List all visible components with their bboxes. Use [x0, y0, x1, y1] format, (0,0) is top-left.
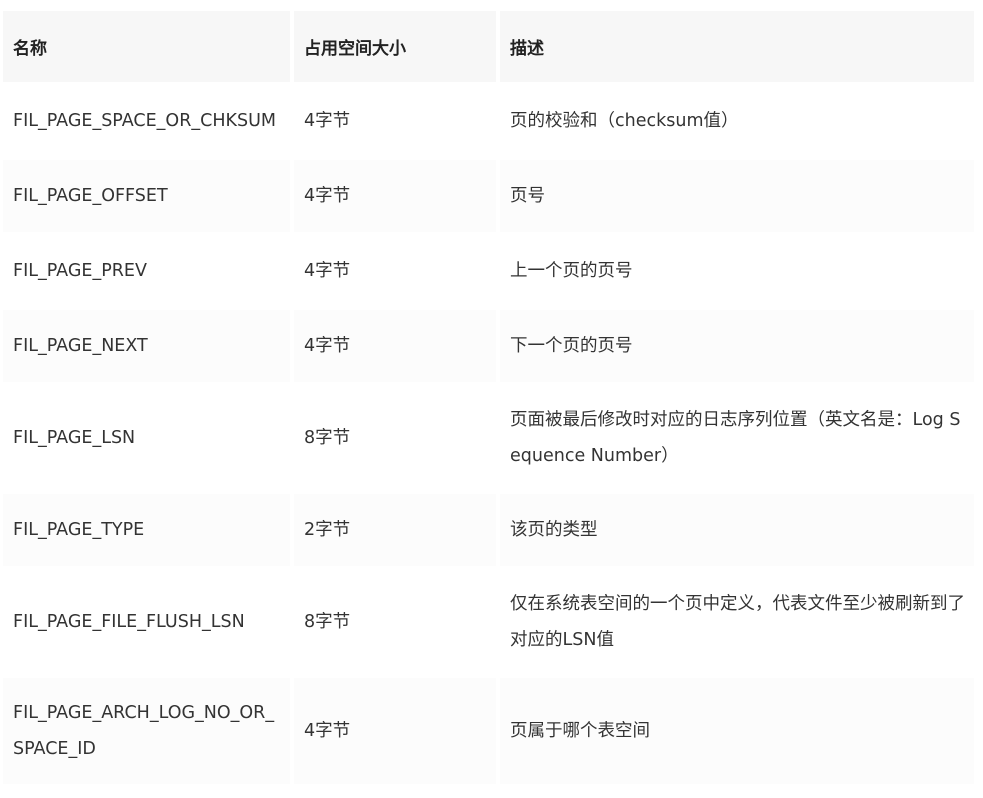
- cell-size: 4字节: [294, 235, 496, 307]
- table-row: FIL_PAGE_LSN 8字节 页面被最后修改时对应的日志序列位置（英文名是：…: [3, 385, 974, 491]
- cell-size: 4字节: [294, 160, 496, 232]
- table-row: FIL_PAGE_NEXT 4字节 下一个页的页号: [3, 310, 974, 382]
- cell-size: 8字节: [294, 569, 496, 675]
- cell-name: FIL_PAGE_LSN: [3, 385, 290, 491]
- table-row: FIL_PAGE_SPACE_OR_CHKSUM 4字节 页的校验和（check…: [3, 85, 974, 157]
- cell-name: FIL_PAGE_ARCH_LOG_NO_OR_SPACE_ID: [3, 678, 290, 784]
- table-row: FIL_PAGE_FILE_FLUSH_LSN 8字节 仅在系统表空间的一个页中…: [3, 569, 974, 675]
- cell-description: 下一个页的页号: [500, 310, 974, 382]
- cell-name: FIL_PAGE_TYPE: [3, 494, 290, 566]
- header-name: 名称: [3, 11, 290, 82]
- table-row: FIL_PAGE_TYPE 2字节 该页的类型: [3, 494, 974, 566]
- cell-description: 仅在系统表空间的一个页中定义，代表文件至少被刷新到了对应的LSN值: [500, 569, 974, 675]
- cell-size: 2字节: [294, 494, 496, 566]
- header-size: 占用空间大小: [294, 11, 496, 82]
- table-row: FIL_PAGE_PREV 4字节 上一个页的页号: [3, 235, 974, 307]
- cell-description: 页属于哪个表空间: [500, 678, 974, 784]
- cell-size: 8字节: [294, 385, 496, 491]
- cell-description: 页面被最后修改时对应的日志序列位置（英文名是：Log Sequence Numb…: [500, 385, 974, 491]
- cell-description: 上一个页的页号: [500, 235, 974, 307]
- cell-size: 4字节: [294, 310, 496, 382]
- cell-description: 页的校验和（checksum值）: [500, 85, 974, 157]
- cell-size: 4字节: [294, 678, 496, 784]
- table-row: FIL_PAGE_OFFSET 4字节 页号: [3, 160, 974, 232]
- table-row: FIL_PAGE_ARCH_LOG_NO_OR_SPACE_ID 4字节 页属于…: [3, 678, 974, 784]
- table-header-row: 名称 占用空间大小 描述: [3, 11, 974, 82]
- cell-description: 该页的类型: [500, 494, 974, 566]
- cell-size: 4字节: [294, 85, 496, 157]
- cell-name: FIL_PAGE_OFFSET: [3, 160, 290, 232]
- cell-name: FIL_PAGE_FILE_FLUSH_LSN: [3, 569, 290, 675]
- cell-name: FIL_PAGE_SPACE_OR_CHKSUM: [3, 85, 290, 157]
- cell-description: 页号: [500, 160, 974, 232]
- table-container: 名称 占用空间大小 描述 FIL_PAGE_SPACE_OR_CHKSUM 4字…: [3, 8, 974, 787]
- cell-name: FIL_PAGE_PREV: [3, 235, 290, 307]
- header-description: 描述: [500, 11, 974, 82]
- fil-header-table: 名称 占用空间大小 描述 FIL_PAGE_SPACE_OR_CHKSUM 4字…: [0, 8, 978, 787]
- cell-name: FIL_PAGE_NEXT: [3, 310, 290, 382]
